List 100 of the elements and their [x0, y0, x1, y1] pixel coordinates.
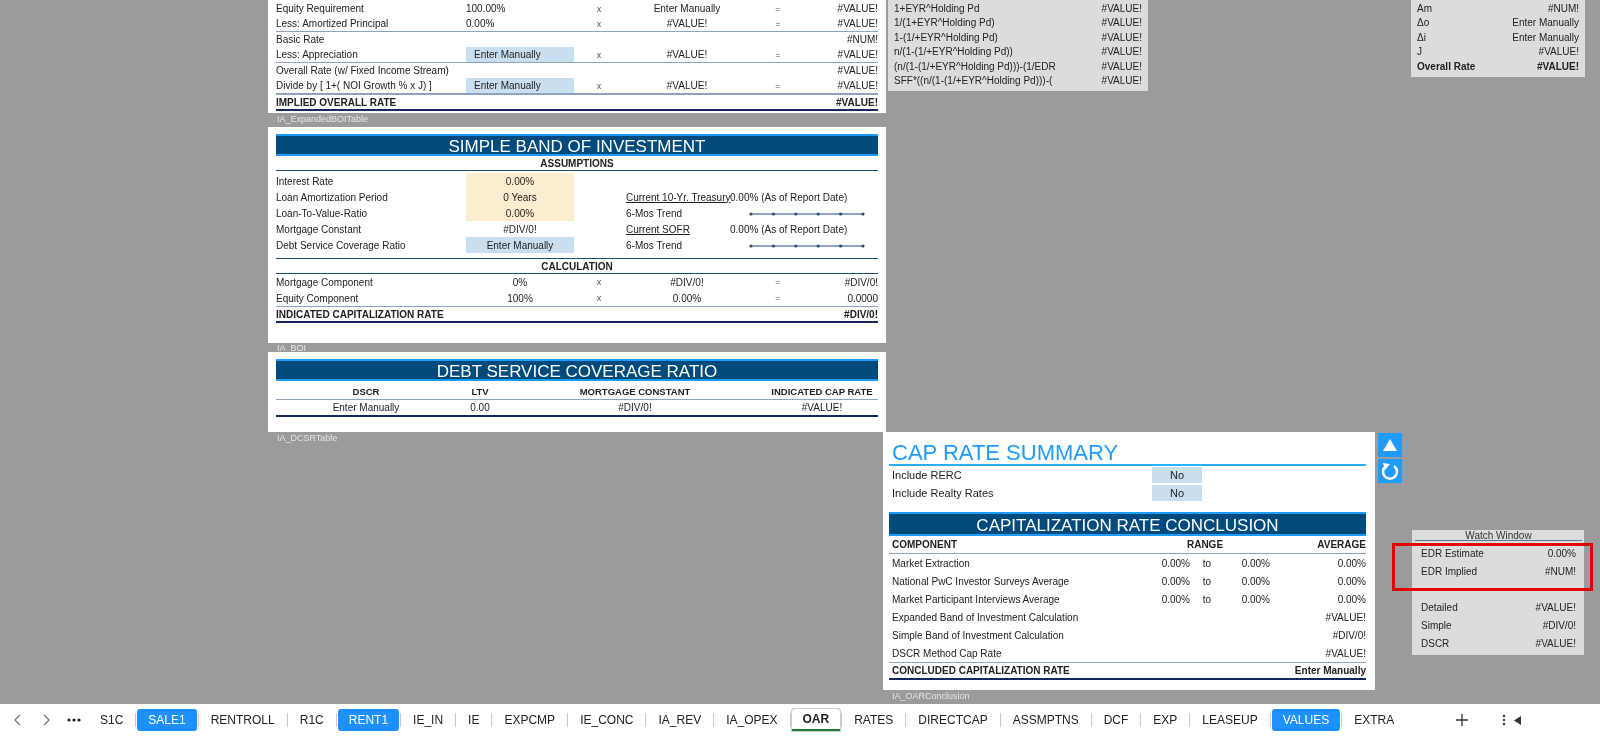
sheet-tab[interactable]: IE_CONC	[569, 709, 645, 731]
sheet-tab[interactable]: OAR	[791, 709, 841, 731]
section-heading: ASSUMPTIONS	[276, 156, 878, 171]
input-field[interactable]: Enter Manually	[466, 78, 574, 93]
rate-link[interactable]: Current SOFR	[626, 223, 730, 235]
row-label: Equity Requirement	[276, 3, 365, 14]
sheet-tab[interactable]: EXPCMP	[493, 709, 567, 731]
cell-value: 0.00%	[1336, 593, 1366, 605]
row-label: Mortgage Component	[276, 276, 374, 288]
input-field[interactable]: 0.00%	[466, 205, 574, 221]
operator-sign: =	[774, 3, 782, 14]
column-header: DSCR	[351, 385, 381, 397]
total-label: INDICATED CAPITALIZATION RATE	[276, 308, 445, 320]
cell-value: Enter Manually	[1512, 17, 1579, 29]
cell-value: #VALUE!	[1324, 611, 1366, 623]
row-label: Market Participant Interviews Average	[892, 593, 1061, 605]
range-word: to	[1201, 593, 1213, 605]
sheet-tab[interactable]: IE	[457, 709, 491, 731]
sheet-tab[interactable]: R1C	[288, 709, 335, 731]
row-label: Market Extraction	[892, 557, 971, 569]
total-label: IMPLIED OVERALL RATE	[276, 96, 398, 108]
operator-sign: x	[595, 49, 603, 60]
sheet-tab[interactable]: IA_OPEX	[715, 709, 789, 731]
cell-value: #VALUE!	[1101, 31, 1142, 43]
range-name-label: IA_DCSRTable	[277, 433, 338, 443]
cell-value: #VALUE!	[800, 402, 844, 413]
total-value: #DIV/0!	[844, 308, 878, 320]
total-value: Enter Manually	[1294, 665, 1366, 676]
sheet-tab[interactable]: RATES	[843, 709, 905, 731]
cell-value: 0%	[511, 276, 529, 288]
row-label: Overall Rate	[1417, 60, 1477, 72]
sheet-tab[interactable]: LEASEUP	[1191, 709, 1269, 731]
cell-value: Enter Manually	[1512, 31, 1579, 43]
cell-value: 0.00% (As of Report Date)	[730, 191, 849, 203]
operator-sign: =	[774, 49, 782, 60]
column-header: INDICATED CAP RATE	[770, 385, 874, 397]
cell-value: #DIV/0!	[843, 276, 878, 288]
cell-value: #VALUE!	[665, 18, 709, 29]
sheet-tab[interactable]: S1C	[89, 709, 135, 731]
row-label: DSCR Method Cap Rate	[892, 647, 1003, 659]
sheet-tab[interactable]: DIRECTCAP	[907, 709, 999, 731]
row-label: Loan-To-Value-Ratio	[276, 207, 368, 219]
input-field[interactable]: Enter Manually	[466, 237, 574, 253]
cell-value: 0.00%	[1240, 557, 1270, 569]
operator-sign: =	[774, 18, 782, 29]
sheet-tab[interactable]: ASSMPTNS	[1001, 709, 1090, 731]
row-label: Include Realty Rates	[892, 487, 995, 499]
cell-value: 0.00%	[1240, 593, 1270, 605]
sheet-tab[interactable]: DCF	[1092, 709, 1140, 731]
input-field[interactable]: Enter Manually	[466, 47, 574, 62]
row-label: National PwC Investor Surveys Average	[892, 575, 1071, 587]
plus-icon[interactable]	[1456, 714, 1469, 726]
table-title: DEBT SERVICE COVERAGE RATIO	[276, 359, 878, 381]
operator-sign: =	[774, 80, 782, 91]
cell-value: 0.00%	[671, 292, 703, 304]
triangle-left-icon[interactable]	[1514, 715, 1522, 725]
input-field[interactable]: 0.00%	[466, 173, 574, 189]
cell-value: #VALUE!	[665, 49, 709, 60]
sheet-tab[interactable]: IE_IN	[402, 709, 455, 731]
row-label: 1-(1/+EYR^Holding Pd)	[894, 31, 999, 43]
chevron-left-icon[interactable]	[14, 714, 22, 726]
column-header: LTV	[470, 385, 490, 397]
sheet-tab[interactable]: EXTRA	[1343, 709, 1406, 731]
refresh-icon	[1381, 462, 1399, 480]
range-word: to	[1201, 557, 1213, 569]
cell-value: #VALUE!	[1535, 601, 1576, 613]
cell-value: #VALUE!	[836, 80, 878, 91]
chevron-right-icon[interactable]	[42, 714, 50, 726]
cell-value: #DIV/0!	[1542, 619, 1576, 631]
cell-value: #DIV/0!	[502, 223, 538, 235]
scroll-up-button[interactable]	[1378, 433, 1402, 457]
cell-value: 0.00% (As of Report Date)	[730, 223, 849, 235]
cell-value: #VALUE!	[1101, 60, 1142, 72]
column-header: MORTGAGE CONSTANT	[578, 385, 692, 397]
rate-link[interactable]: Current 10-Yr. Treasury	[626, 191, 730, 203]
row-label: Less: Appreciation	[276, 49, 359, 60]
row-label: Overall Rate (w/ Fixed Income Stream)	[276, 65, 450, 76]
operator-sign: x	[595, 18, 603, 29]
operator-sign: x	[595, 277, 603, 287]
cell-value: 0.0000	[846, 292, 878, 304]
cell-value: #DIV/0!	[617, 402, 653, 413]
row-label: Expanded Band of Investment Calculation	[892, 611, 1080, 623]
range-name-label: IA_ExpandedBOITable	[277, 114, 369, 124]
row-label: Mortgage Constant	[276, 223, 363, 235]
row-label: J	[1417, 46, 1423, 58]
cell-value: #VALUE!	[665, 80, 709, 91]
operator-sign: =	[774, 277, 782, 287]
table-title: SIMPLE BAND OF INVESTMENT	[276, 134, 878, 156]
refresh-button[interactable]	[1378, 459, 1402, 483]
vertical-dots-icon[interactable]	[1502, 714, 1507, 726]
more-icon[interactable]	[67, 718, 81, 722]
dropdown-field[interactable]: No	[1152, 485, 1202, 501]
sheet-tab[interactable]: RENTROLL	[199, 709, 286, 731]
row-label: Loan Amortization Period	[276, 191, 389, 203]
dropdown-field[interactable]: No	[1152, 467, 1202, 483]
sheet-tab[interactable]: EXP	[1142, 709, 1189, 731]
range-name-label: IA_OARConclusion	[892, 691, 970, 701]
input-field[interactable]: 0 Years	[466, 189, 574, 205]
sheet-tab[interactable]: IA_REV	[647, 709, 713, 731]
section-heading: CALCULATION	[276, 259, 878, 274]
